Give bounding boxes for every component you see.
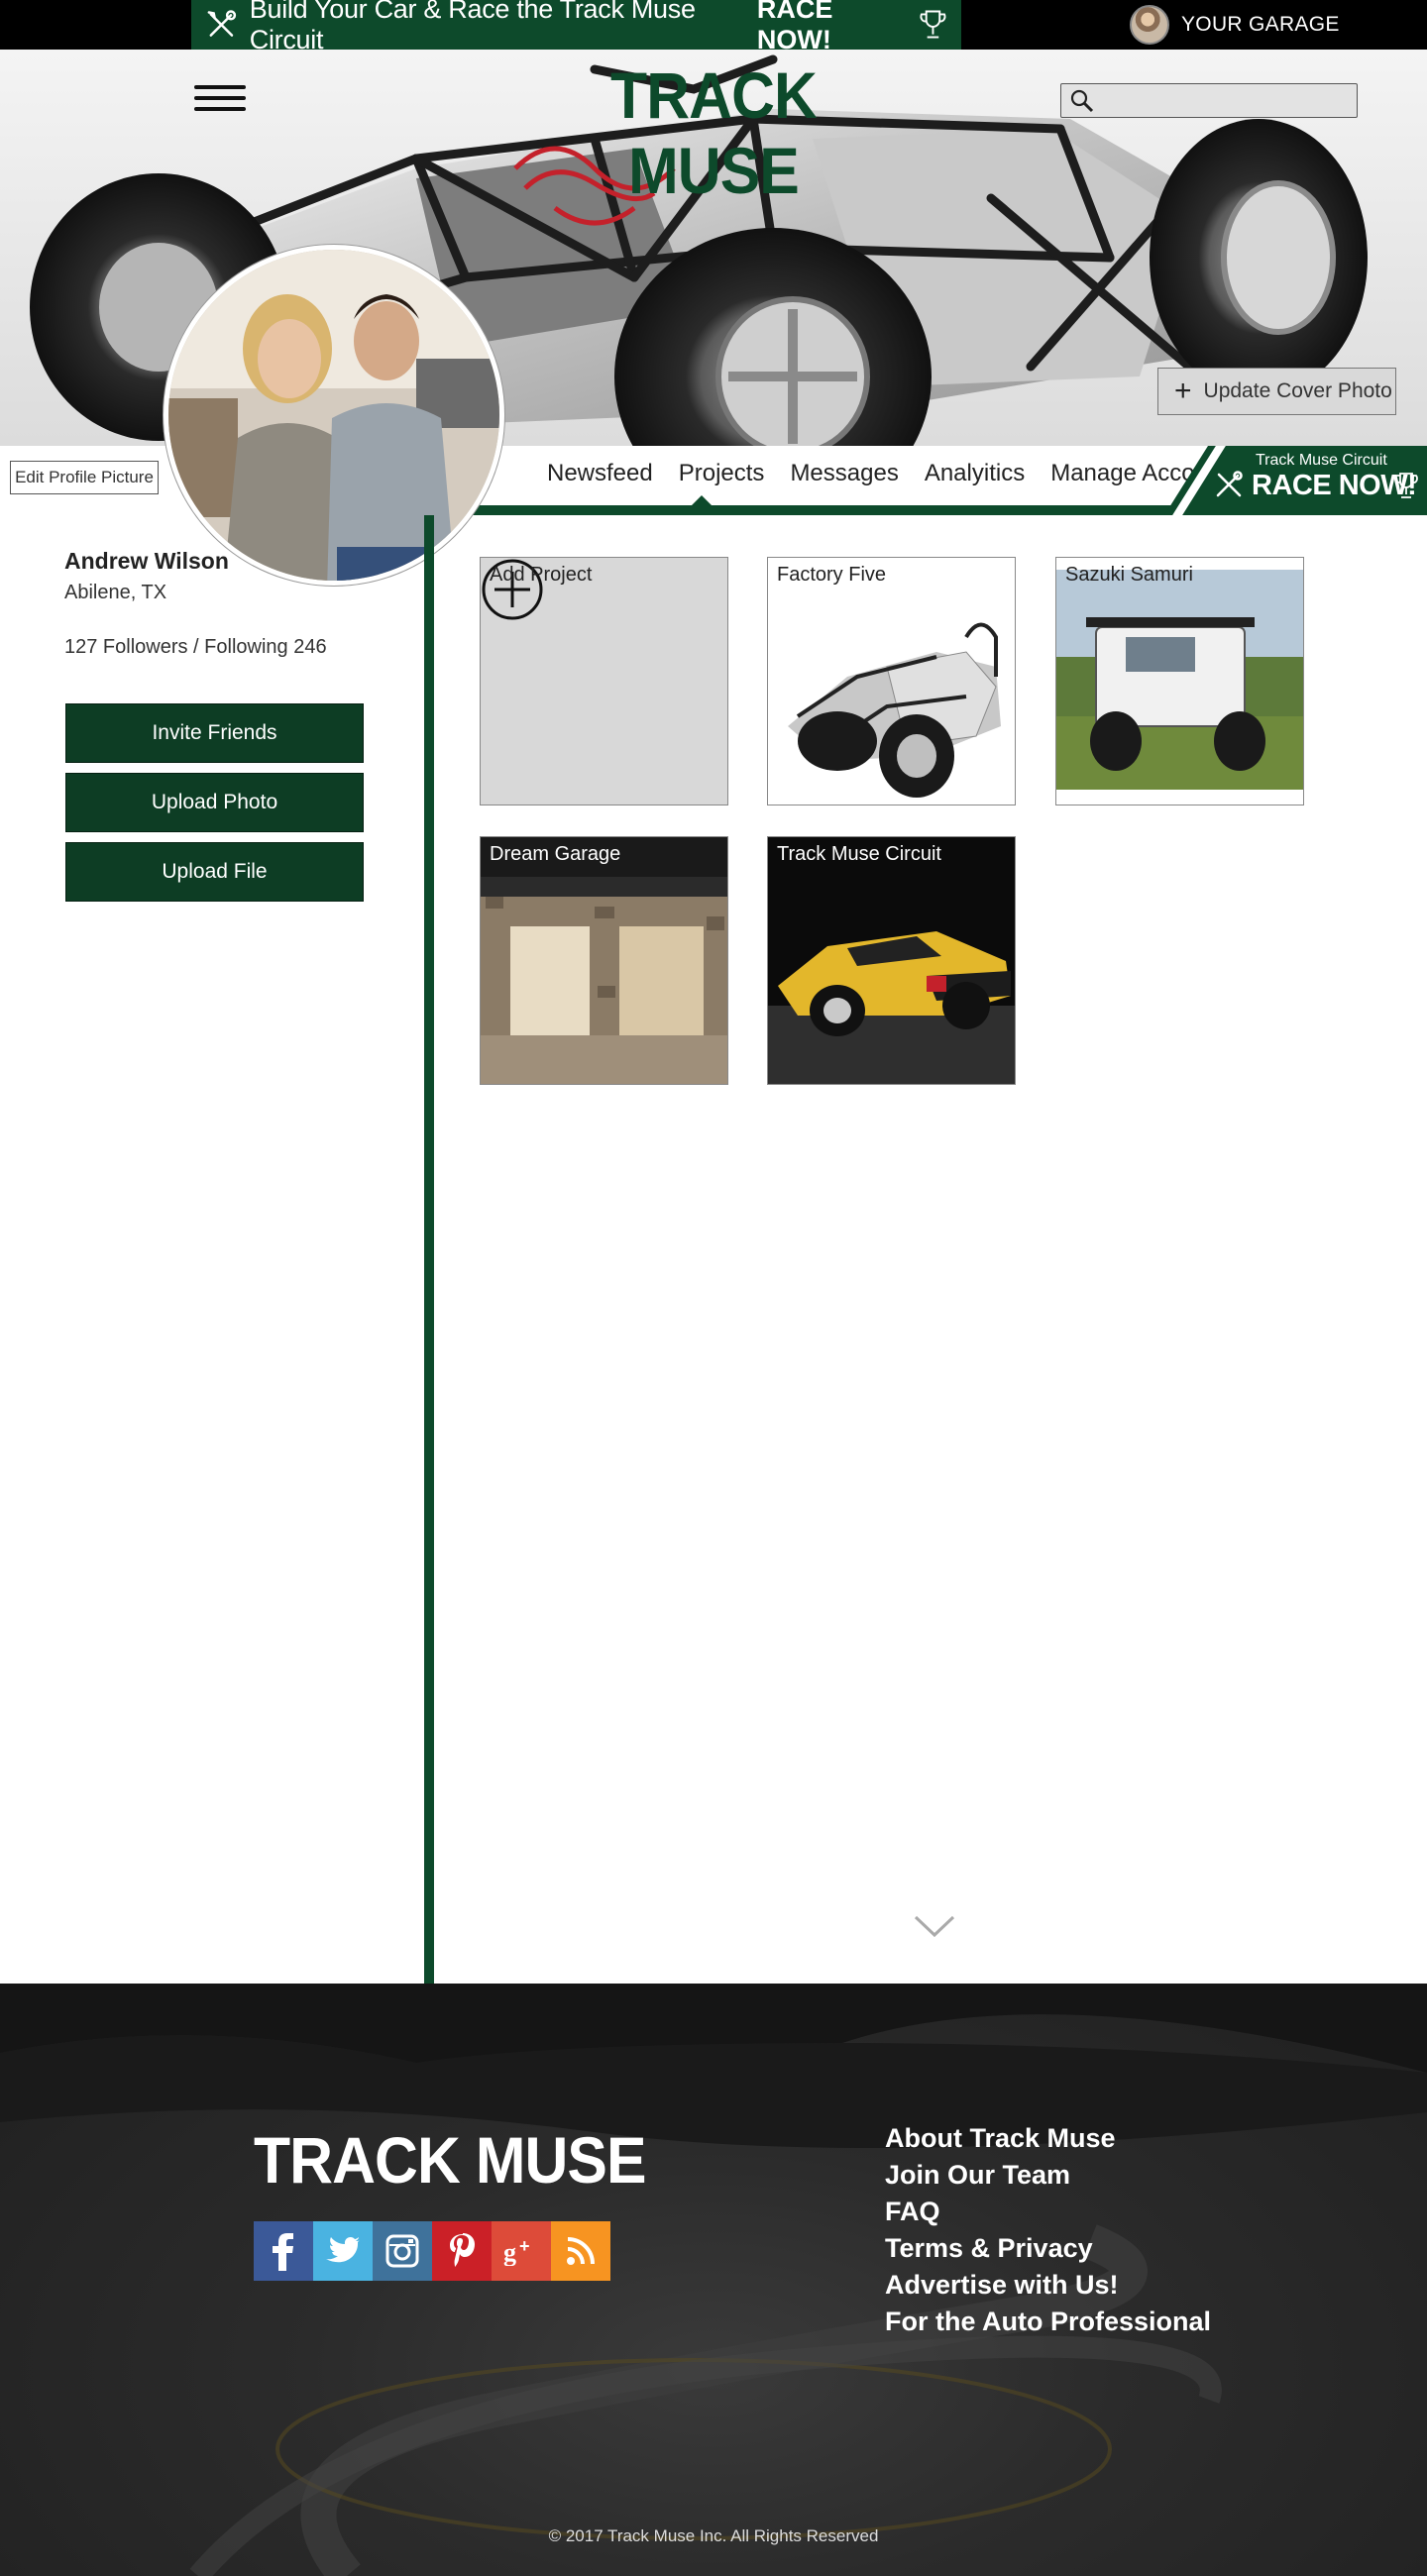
footer-link-auto-professional[interactable]: For the Auto Professional: [885, 2304, 1211, 2340]
race-badge-subtitle: Track Muse Circuit: [1256, 452, 1387, 469]
project-card[interactable]: Sazuki Samuri: [1055, 557, 1304, 805]
footer-link-advertise[interactable]: Advertise with Us!: [885, 2267, 1211, 2304]
footer-link-join-team[interactable]: Join Our Team: [885, 2157, 1211, 2194]
facebook-icon[interactable]: [254, 2221, 313, 2281]
update-cover-photo-label: Update Cover Photo: [1203, 379, 1392, 402]
race-badge-title: RACE NOW!: [1252, 470, 1417, 501]
follow-stats[interactable]: 127 Followers / Following 246: [64, 636, 327, 659]
race-now-badge[interactable]: Track Muse Circuit RACE NOW!: [1164, 446, 1427, 515]
search-icon[interactable]: [1069, 88, 1095, 114]
active-tab-indicator: [692, 495, 712, 505]
menu-icon[interactable]: [194, 85, 246, 113]
track-muse-circuit-image: [768, 837, 1015, 1084]
factory-five-image: [768, 558, 1015, 805]
winding-road-background: [0, 1984, 1427, 2576]
trophy-icon: [920, 10, 946, 39]
pinterest-icon[interactable]: [432, 2221, 492, 2281]
sazuki-samuri-image: [1056, 570, 1303, 790]
race-now-link[interactable]: RACE NOW!: [757, 0, 909, 55]
edit-profile-picture-button[interactable]: Edit Profile Picture: [10, 461, 159, 494]
add-project-card[interactable]: Add Project: [480, 557, 728, 805]
footer: TRACK MUSE g + About Track Muse Join Our …: [0, 1984, 1427, 2576]
project-card[interactable]: Factory Five: [767, 557, 1016, 805]
tab-newsfeed[interactable]: Newsfeed: [547, 460, 653, 487]
footer-links: About Track Muse Join Our Team FAQ Terms…: [885, 2120, 1211, 2340]
instagram-icon[interactable]: [373, 2221, 432, 2281]
your-garage-link[interactable]: YOUR GARAGE: [1130, 5, 1340, 45]
project-title: Dream Garage: [490, 843, 621, 865]
svg-text:+: +: [519, 2236, 530, 2256]
project-card[interactable]: Dream Garage: [480, 836, 728, 1085]
profile-picture[interactable]: [164, 245, 504, 586]
search-box[interactable]: [1060, 83, 1358, 118]
footer-logo[interactable]: TRACK MUSE: [254, 2122, 647, 2198]
trophy-icon: [1394, 473, 1418, 498]
user-name: Andrew Wilson: [64, 548, 229, 574]
column-divider: [424, 515, 434, 1984]
wrench-screwdriver-icon: [1216, 471, 1243, 497]
project-title: Track Muse Circuit: [777, 843, 941, 865]
update-cover-photo-button[interactable]: + Update Cover Photo: [1157, 368, 1396, 415]
project-title: Add Project: [490, 564, 593, 586]
rss-icon[interactable]: [551, 2221, 610, 2281]
profile-photo-image: [168, 250, 499, 581]
chevron-down-icon[interactable]: [914, 1914, 955, 1938]
footer-link-faq[interactable]: FAQ: [885, 2194, 1211, 2230]
search-input[interactable]: [1101, 87, 1349, 113]
project-card[interactable]: Track Muse Circuit: [767, 836, 1016, 1085]
project-title: Factory Five: [777, 564, 887, 586]
tab-projects[interactable]: Projects: [679, 460, 765, 487]
svg-text:g: g: [503, 2238, 516, 2266]
footer-link-terms[interactable]: Terms & Privacy: [885, 2230, 1211, 2267]
user-location: Abilene, TX: [64, 582, 167, 603]
google-plus-icon[interactable]: g +: [492, 2221, 551, 2281]
plus-icon: +: [1174, 375, 1192, 407]
your-garage-label: YOUR GARAGE: [1181, 13, 1340, 36]
project-title: Sazuki Samuri: [1065, 564, 1193, 586]
promo-banner[interactable]: Build Your Car & Race the Track Muse Cir…: [191, 0, 961, 54]
tab-analytics[interactable]: Analyitics: [925, 460, 1025, 487]
footer-link-about[interactable]: About Track Muse: [885, 2120, 1211, 2157]
site-logo[interactable]: TRACK MUSE: [554, 57, 873, 208]
wrench-screwdriver-icon: [207, 10, 237, 37]
invite-friends-button[interactable]: Invite Friends: [65, 703, 364, 763]
dream-garage-image: [481, 837, 727, 1084]
twitter-icon[interactable]: [313, 2221, 373, 2281]
tab-messages[interactable]: Messages: [790, 460, 898, 487]
copyright: © 2017 Track Muse Inc. All Rights Reserv…: [548, 2526, 879, 2545]
promo-text: Build Your Car & Race the Track Muse Cir…: [249, 0, 696, 54]
upload-file-button[interactable]: Upload File: [65, 842, 364, 902]
social-links: g +: [254, 2221, 610, 2281]
upload-photo-button[interactable]: Upload Photo: [65, 773, 364, 832]
avatar[interactable]: [1130, 5, 1169, 45]
